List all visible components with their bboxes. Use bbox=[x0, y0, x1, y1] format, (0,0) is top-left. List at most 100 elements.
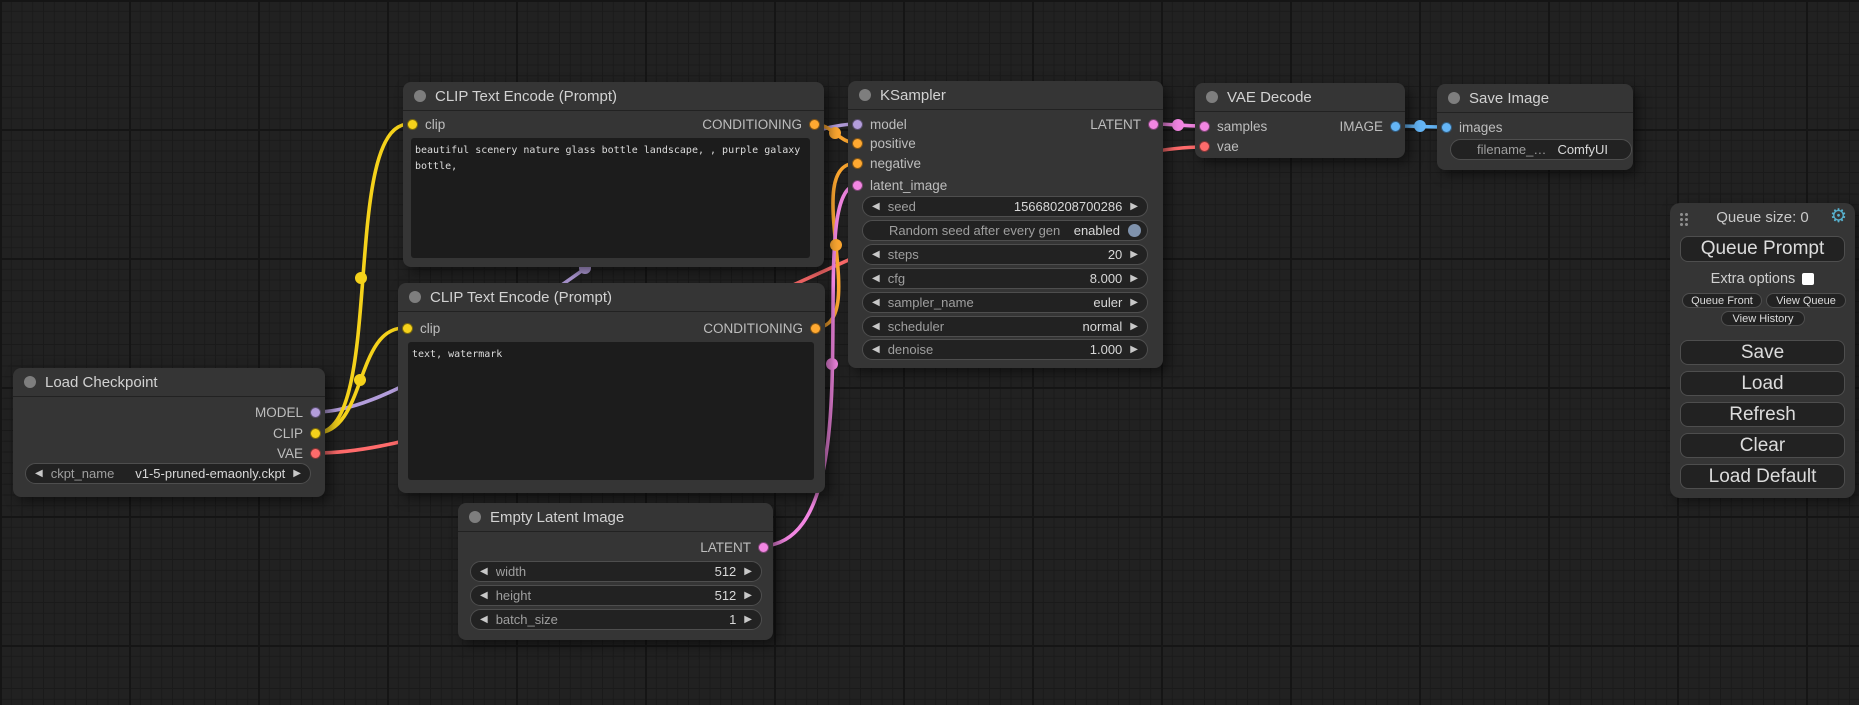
queue-front-button[interactable]: Queue Front bbox=[1682, 293, 1762, 308]
increment-arrow-icon[interactable]: ▶ bbox=[744, 591, 752, 601]
latent-port-dot[interactable] bbox=[1148, 119, 1159, 130]
node-empty-latent-image[interactable]: Empty Latent Image LATENT ◀ width 512 ▶ … bbox=[458, 503, 773, 640]
node-title-bar[interactable]: Save Image bbox=[1437, 84, 1633, 113]
increment-arrow-icon[interactable]: ▶ bbox=[1130, 345, 1138, 355]
cfg-widget[interactable]: ◀ cfg 8.000 ▶ bbox=[862, 268, 1148, 289]
link-dot[interactable] bbox=[1172, 119, 1184, 131]
clip-port-dot[interactable] bbox=[407, 119, 418, 130]
port-positive-input[interactable]: positive bbox=[852, 135, 916, 151]
model-port-dot[interactable] bbox=[310, 407, 321, 418]
load-default-button[interactable]: Load Default bbox=[1680, 464, 1845, 489]
view-history-button[interactable]: View History bbox=[1721, 311, 1805, 326]
decrement-arrow-icon[interactable]: ◀ bbox=[872, 345, 880, 355]
sampler-name-widget[interactable]: ◀ sampler_name euler ▶ bbox=[862, 292, 1148, 313]
node-collapse-dot[interactable] bbox=[1448, 92, 1460, 104]
latent-port-dot[interactable] bbox=[852, 180, 863, 191]
save-button[interactable]: Save bbox=[1680, 340, 1845, 365]
node-collapse-dot[interactable] bbox=[414, 90, 426, 102]
increment-arrow-icon[interactable]: ▶ bbox=[1130, 202, 1138, 212]
port-clip-input[interactable]: clip bbox=[407, 116, 445, 132]
port-clip-input[interactable]: clip bbox=[402, 320, 440, 336]
node-save-image[interactable]: Save Image images filename_prefix ComfyU… bbox=[1437, 84, 1633, 170]
port-vae-output[interactable]: VAE bbox=[277, 445, 321, 461]
scheduler-widget[interactable]: ◀ scheduler normal ▶ bbox=[862, 316, 1148, 337]
image-port-dot[interactable] bbox=[1390, 121, 1401, 132]
node-clip-text-encode-positive[interactable]: CLIP Text Encode (Prompt) clip CONDITION… bbox=[403, 82, 824, 267]
refresh-button[interactable]: Refresh bbox=[1680, 402, 1845, 427]
increment-arrow-icon[interactable]: ▶ bbox=[1130, 250, 1138, 260]
decrement-arrow-icon[interactable]: ◀ bbox=[872, 298, 880, 308]
negative-prompt-textarea[interactable]: text, watermark bbox=[408, 342, 814, 480]
decrement-arrow-icon[interactable]: ◀ bbox=[35, 469, 43, 479]
node-ksampler[interactable]: KSampler model positive negative latent_… bbox=[848, 81, 1163, 368]
latent-port-dot[interactable] bbox=[758, 542, 769, 553]
conditioning-port-dot[interactable] bbox=[852, 158, 863, 169]
node-title-bar[interactable]: Empty Latent Image bbox=[458, 503, 773, 532]
increment-arrow-icon[interactable]: ▶ bbox=[1130, 274, 1138, 284]
link-dot[interactable] bbox=[354, 374, 366, 386]
node-collapse-dot[interactable] bbox=[859, 89, 871, 101]
load-button[interactable]: Load bbox=[1680, 371, 1845, 396]
decrement-arrow-icon[interactable]: ◀ bbox=[480, 615, 488, 625]
node-title-bar[interactable]: Load Checkpoint bbox=[13, 368, 325, 397]
node-title-bar[interactable]: KSampler bbox=[848, 81, 1163, 110]
node-vae-decode[interactable]: VAE Decode samples vae IMAGE bbox=[1195, 83, 1405, 158]
node-collapse-dot[interactable] bbox=[24, 376, 36, 388]
clear-button[interactable]: Clear bbox=[1680, 433, 1845, 458]
port-negative-input[interactable]: negative bbox=[852, 155, 921, 171]
clip-port-dot[interactable] bbox=[310, 428, 321, 439]
port-images-input[interactable]: images bbox=[1441, 119, 1503, 135]
node-title-bar[interactable]: CLIP Text Encode (Prompt) bbox=[398, 283, 825, 312]
decrement-arrow-icon[interactable]: ◀ bbox=[872, 274, 880, 284]
latent-port-dot[interactable] bbox=[1199, 121, 1210, 132]
port-model-input[interactable]: model bbox=[852, 116, 907, 132]
node-title-bar[interactable]: VAE Decode bbox=[1195, 83, 1405, 112]
clip-port-dot[interactable] bbox=[402, 323, 413, 334]
image-port-dot[interactable] bbox=[1441, 122, 1452, 133]
conditioning-port-dot[interactable] bbox=[852, 138, 863, 149]
decrement-arrow-icon[interactable]: ◀ bbox=[872, 202, 880, 212]
port-samples-input[interactable]: samples bbox=[1199, 118, 1267, 134]
vae-port-dot[interactable] bbox=[1199, 141, 1210, 152]
seed-widget[interactable]: ◀ seed 156680208700286 ▶ bbox=[862, 196, 1148, 217]
port-latent-output[interactable]: LATENT bbox=[1090, 116, 1159, 132]
node-graph-canvas[interactable]: Load Checkpoint MODEL CLIP VAE ◀ ckpt_na… bbox=[0, 0, 1859, 705]
increment-arrow-icon[interactable]: ▶ bbox=[744, 567, 752, 577]
batch-size-widget[interactable]: ◀ batch_size 1 ▶ bbox=[470, 609, 762, 630]
filename-prefix-widget[interactable]: filename_prefix ComfyUI bbox=[1450, 139, 1632, 160]
node-load-checkpoint[interactable]: Load Checkpoint MODEL CLIP VAE ◀ ckpt_na… bbox=[13, 368, 325, 497]
denoise-widget[interactable]: ◀ denoise 1.000 ▶ bbox=[862, 339, 1148, 360]
settings-gear-icon[interactable]: ⚙ bbox=[1830, 207, 1847, 227]
port-conditioning-output[interactable]: CONDITIONING bbox=[703, 320, 821, 336]
decrement-arrow-icon[interactable]: ◀ bbox=[480, 591, 488, 601]
increment-arrow-icon[interactable]: ▶ bbox=[1130, 298, 1138, 308]
conditioning-port-dot[interactable] bbox=[809, 119, 820, 130]
node-collapse-dot[interactable] bbox=[1206, 91, 1218, 103]
decrement-arrow-icon[interactable]: ◀ bbox=[480, 567, 488, 577]
increment-arrow-icon[interactable]: ▶ bbox=[293, 469, 301, 479]
random-seed-toggle[interactable] bbox=[1128, 224, 1141, 237]
conditioning-port-dot[interactable] bbox=[810, 323, 821, 334]
height-widget[interactable]: ◀ height 512 ▶ bbox=[470, 585, 762, 606]
port-vae-input[interactable]: vae bbox=[1199, 138, 1239, 154]
extra-options-checkbox[interactable] bbox=[1802, 273, 1814, 285]
link-dot[interactable] bbox=[830, 239, 842, 251]
port-clip-output[interactable]: CLIP bbox=[273, 425, 321, 441]
port-latent-image-input[interactable]: latent_image bbox=[852, 177, 947, 193]
node-clip-text-encode-negative[interactable]: CLIP Text Encode (Prompt) clip CONDITION… bbox=[398, 283, 825, 493]
link-dot[interactable] bbox=[355, 272, 367, 284]
random-seed-widget[interactable]: Random seed after every gen enabled bbox=[862, 220, 1148, 241]
link-dot[interactable] bbox=[829, 127, 841, 139]
port-latent-output[interactable]: LATENT bbox=[700, 539, 769, 555]
port-image-output[interactable]: IMAGE bbox=[1339, 118, 1401, 134]
node-title-bar[interactable]: CLIP Text Encode (Prompt) bbox=[403, 82, 824, 111]
view-queue-button[interactable]: View Queue bbox=[1766, 293, 1846, 308]
node-collapse-dot[interactable] bbox=[469, 511, 481, 523]
width-widget[interactable]: ◀ width 512 ▶ bbox=[470, 561, 762, 582]
positive-prompt-textarea[interactable]: beautiful scenery nature glass bottle la… bbox=[411, 138, 810, 258]
vae-port-dot[interactable] bbox=[310, 448, 321, 459]
node-collapse-dot[interactable] bbox=[409, 291, 421, 303]
decrement-arrow-icon[interactable]: ◀ bbox=[872, 250, 880, 260]
increment-arrow-icon[interactable]: ▶ bbox=[744, 615, 752, 625]
model-port-dot[interactable] bbox=[852, 119, 863, 130]
